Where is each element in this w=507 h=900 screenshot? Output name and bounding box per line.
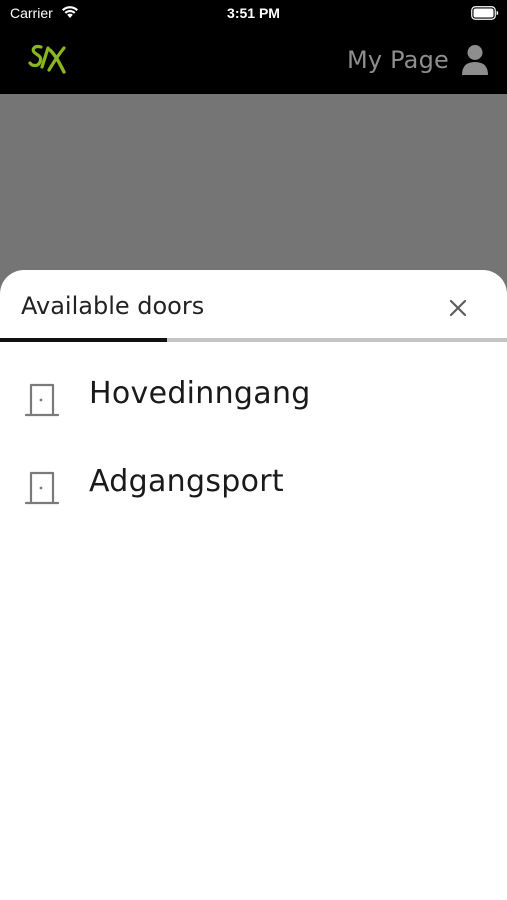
available-doors-sheet: Available doors Hovedinngang Adgangsport xyxy=(0,270,507,900)
door-label: Adgangsport xyxy=(89,464,284,499)
status-time: 3:51 PM xyxy=(227,5,280,21)
battery-icon xyxy=(471,6,499,20)
door-label: Hovedinngang xyxy=(89,376,311,411)
door-list: Hovedinngang Adgangsport xyxy=(0,356,507,532)
close-button[interactable] xyxy=(440,290,476,326)
sheet-title: Available doors xyxy=(21,292,205,320)
door-icon xyxy=(24,383,60,417)
door-icon xyxy=(24,471,60,505)
modal-backdrop[interactable] xyxy=(0,94,507,294)
user-icon xyxy=(462,45,488,75)
app-screen: Carrier 3:51 PM My Page Available doors … xyxy=(0,0,507,900)
my-page-label: My Page xyxy=(346,46,449,74)
door-item-adgangsport[interactable]: Adgangsport xyxy=(0,444,507,532)
six-logo-icon[interactable] xyxy=(28,40,68,76)
my-page-button[interactable]: My Page xyxy=(347,42,489,78)
door-item-hovedinngang[interactable]: Hovedinngang xyxy=(0,356,507,444)
loading-progress-bar xyxy=(0,338,507,342)
progress-fill xyxy=(0,338,168,342)
app-header: My Page xyxy=(0,28,507,94)
top-bar: Carrier 3:51 PM My Page xyxy=(0,0,507,94)
status-bar: Carrier 3:51 PM xyxy=(0,0,507,28)
close-icon xyxy=(449,299,467,317)
